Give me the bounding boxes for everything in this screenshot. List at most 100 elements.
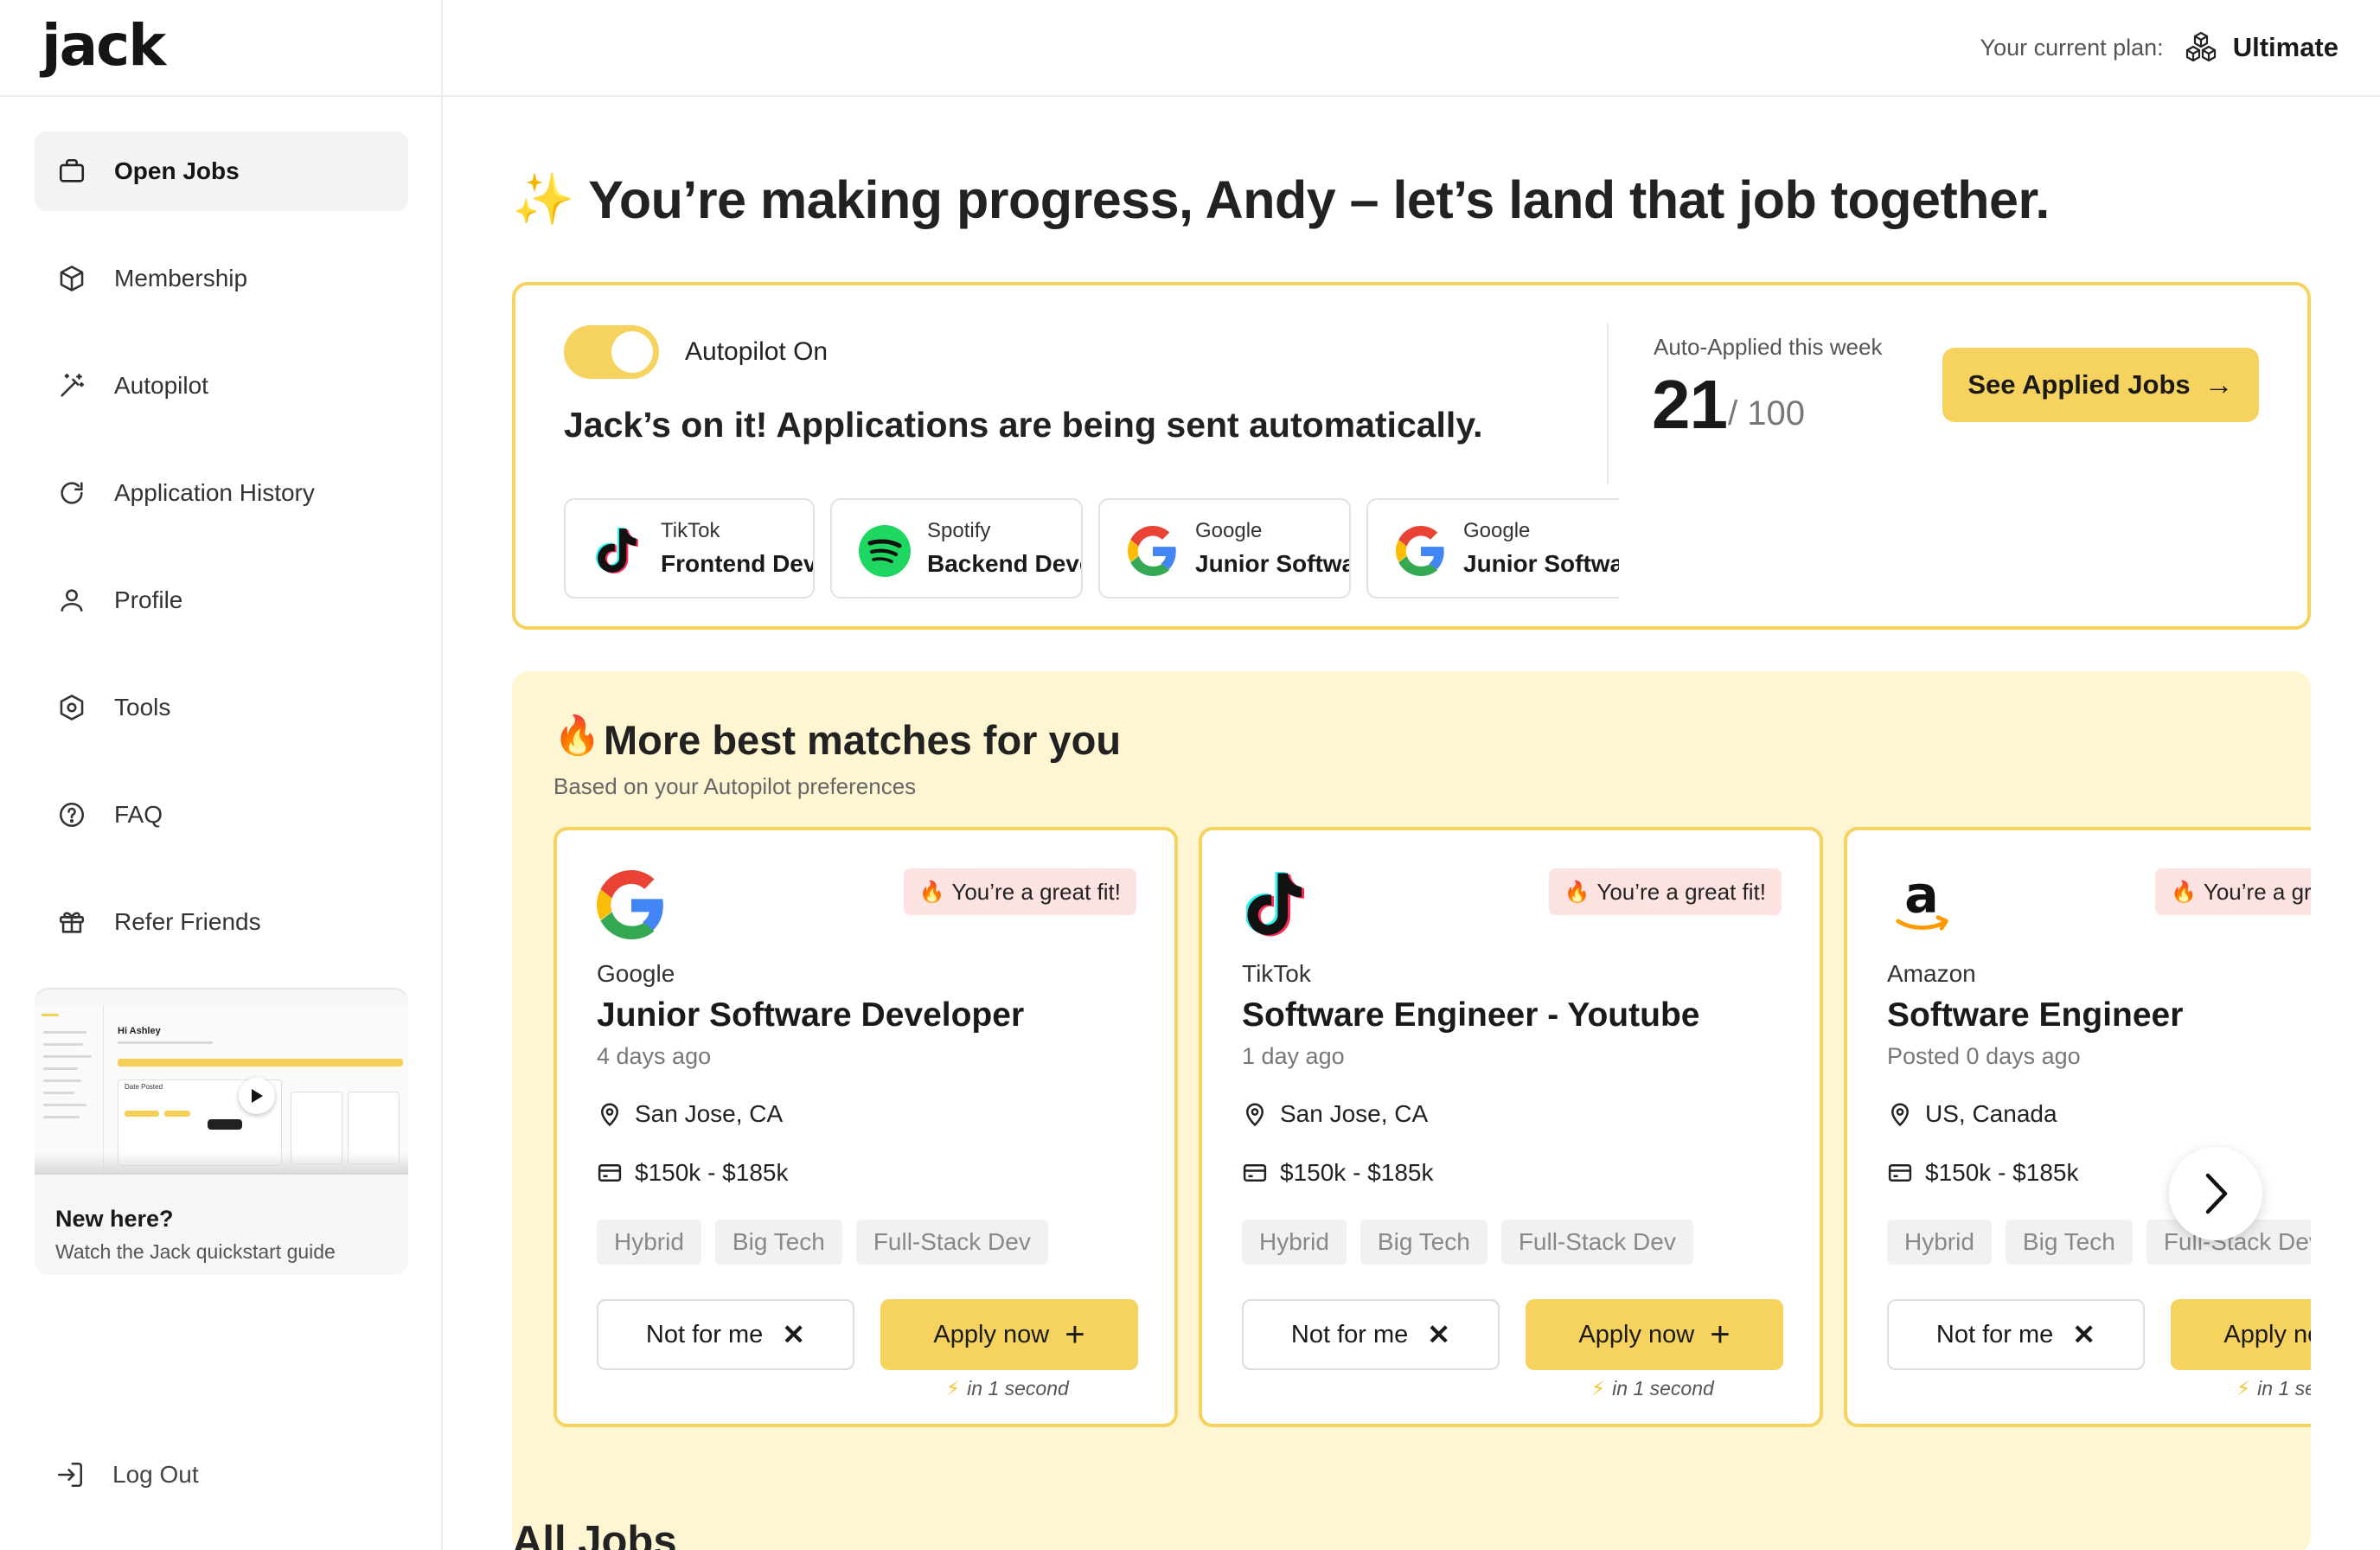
not-for-me-label: Not for me [1935,1320,2054,1348]
lightning-icon: ⚡ [1591,1377,1606,1399]
play-button[interactable] [239,1078,275,1114]
apply-now-button[interactable]: Apply now+ [1526,1299,1783,1370]
sidebar-item-application-history[interactable]: Application History [35,453,408,533]
quickstart-guide-card[interactable]: Hi Ashley Date Posted New here? Watch th… [35,988,408,1275]
tiktok-logo [592,524,645,578]
job-salary: $150k - $185k [597,1159,788,1187]
plus-icon: + [1710,1315,1731,1354]
sidebar-item-tools[interactable]: Tools [35,668,408,747]
thumb-section: Date Posted [125,1083,163,1091]
applied-job-company: Spotify [927,519,991,542]
job-salary-text: $150k - $185k [1280,1159,1434,1186]
job-title[interactable]: Junior Software Developer [597,996,1024,1034]
applied-job-item[interactable]: Google Junior Software Developer [1366,498,1619,599]
credit-card-icon [598,1164,622,1182]
job-tag: Big Tech [2005,1220,2133,1265]
logout-label: Log Out [112,1461,199,1488]
sidebar-divider [0,95,443,97]
divider [1607,323,1609,484]
section-heading: More best matches for you [604,717,1122,763]
sidebar-item-open-jobs[interactable]: Open Jobs [35,131,408,211]
apply-now-button[interactable]: Apply now+ [2171,1299,2311,1370]
apply-eta: ⚡ in 1 second [2236,1377,2311,1400]
lightning-icon: ⚡ [946,1377,961,1399]
google-logo [595,868,668,941]
sparkles-icon: ✨ [512,171,575,227]
current-plan[interactable]: Your current plan: Ultimate [1980,29,2338,66]
play-icon [252,1089,263,1103]
applied-job-title: Backend Developer [927,550,1081,577]
cubes-icon [2183,29,2219,66]
applied-jobs-list: TikTok Frontend Developer - New ... Spot… [564,498,2307,600]
sidebar-item-label: Profile [114,586,183,613]
sidebar-item-autopilot[interactable]: Autopilot [35,346,408,426]
job-title[interactable]: Software Engineer - Youtube [1242,996,1699,1034]
guide-video-thumbnail[interactable]: Hi Ashley Date Posted [35,1005,408,1175]
sidebar-item-label: Open Jobs [114,157,240,184]
apply-now-button[interactable]: Apply now + [880,1299,1138,1370]
great-fit-badge: 🔥You’re a great fit! [2155,868,2311,915]
autopilot-toggle[interactable] [564,325,659,379]
not-for-me-button[interactable]: Not for me ✕ [597,1299,854,1370]
cube-icon [57,264,86,293]
sidebar-item-profile[interactable]: Profile [35,560,408,640]
page-greeting: ✨ You’re making progress, Andy – let’s l… [512,170,2050,230]
job-tag: Full-Stack Dev [1500,1220,1693,1265]
applied-job-item[interactable]: Google Junior Software Developer [1098,498,1351,599]
job-card[interactable]: a 🔥You’re a great fit! Amazon Software E… [1844,827,2311,1427]
apply-now-label: Apply now [2223,1320,2311,1348]
app-logo[interactable]: jack [42,12,166,79]
apply-eta-text: in 1 second [2257,1377,2311,1399]
not-for-me-button[interactable]: Not for me ✕ [1887,1299,2145,1370]
close-icon: ✕ [2072,1319,2096,1350]
logout-button[interactable]: Log Out [55,1460,199,1489]
job-tag: Hybrid [1242,1220,1347,1265]
google-logo [1126,524,1180,578]
job-card[interactable]: 🔥 You’re a great fit! Google Junior Softw… [553,827,1178,1427]
applied-job-item[interactable]: Spotify Backend Developer [830,498,1083,599]
job-tag: Big Tech [1360,1220,1488,1265]
applied-job-company: Google [1195,519,1263,542]
great-fit-badge-label: You’re a great fit! [1596,878,1766,905]
apply-now-label: Apply now [933,1320,1050,1348]
weekly-applied-limit: / 100 [1728,394,1805,432]
autopilot-status-label: Autopilot On [685,337,829,366]
page-title: You’re making progress, Andy – let’s lan… [588,170,2050,229]
sidebar-item-membership[interactable]: Membership [35,239,408,318]
not-for-me-label: Not for me [1290,1320,1409,1348]
apply-eta: ⚡ in 1 second [946,1377,1069,1400]
see-applied-jobs-button[interactable]: See Applied Jobs → [1942,348,2259,422]
great-fit-badge: 🔥You’re a great fit! [1548,868,1782,915]
weekly-applied-label: Auto-Applied this week [1654,334,1883,360]
carousel-next-button[interactable] [2169,1147,2262,1240]
close-icon: ✕ [1427,1319,1451,1350]
not-for-me-button[interactable]: Not for me ✕ [1242,1299,1500,1370]
amazon-logo: a [1885,868,1958,941]
job-location: San Jose, CA [597,1100,783,1128]
applied-job-title: Junior Software Developer [1195,550,1349,577]
sidebar-nav: Open Jobs Membership Autopilot Applicati… [35,131,408,990]
job-tag: Big Tech [714,1220,842,1265]
thumb-greeting: Hi Ashley [118,1026,161,1036]
applied-job-item[interactable]: TikTok Frontend Developer - New ... [564,498,815,599]
plus-icon: + [1065,1315,1085,1354]
google-logo [1394,524,1448,578]
job-location-text: US, Canada [1925,1100,2057,1127]
job-title[interactable]: Software Engineer [1887,996,2183,1034]
section-subheading: Based on your Autopilot preferences [553,773,917,799]
plan-label: Your current plan: [1980,34,2164,61]
job-salary-text: $150k - $185k [1925,1159,2079,1186]
top-bar: Your current plan: Ultimate [443,0,2380,97]
tiktok-logo [1240,868,1313,941]
job-posted: 4 days ago [597,1043,712,1069]
briefcase-icon [57,157,86,186]
sidebar-item-faq[interactable]: FAQ [35,775,408,855]
fire-icon: 🔥 [2171,880,2197,904]
sidebar-item-label: FAQ [114,801,163,828]
applied-job-company: Google [1463,519,1531,542]
job-card[interactable]: 🔥 You’re a great fit! TikTok Software Eng… [1199,827,1823,1427]
sidebar-item-refer-friends[interactable]: Refer Friends [35,882,408,962]
best-matches-section: 🔥 More best matches for you Based on you… [512,671,2311,1550]
fire-icon: 🔥 [918,880,945,904]
map-pin-icon [1891,1103,1910,1127]
